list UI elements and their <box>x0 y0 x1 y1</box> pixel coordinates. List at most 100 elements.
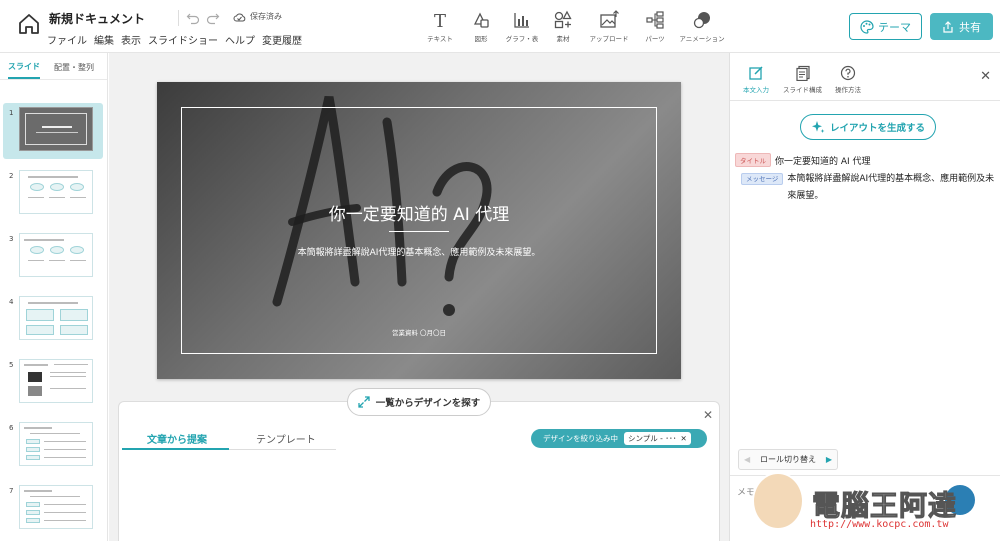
slide-thumbnail-7[interactable]: 7 <box>3 481 103 537</box>
tool-animation[interactable]: アニメーション <box>676 10 728 43</box>
sparkle-icon <box>811 121 825 133</box>
close-icon[interactable]: ✕ <box>703 408 713 422</box>
tool-shapes[interactable]: 図形 <box>461 10 501 43</box>
slide-number: 2 <box>9 172 14 180</box>
slide-number: 5 <box>9 361 14 369</box>
tool-chart[interactable]: グラフ・表 <box>502 10 542 43</box>
slide-thumbnail-5[interactable]: 5 <box>3 355 103 411</box>
slide-number: 7 <box>9 487 14 495</box>
theme-button-label: テーマ <box>878 20 911 34</box>
tab-how-to[interactable]: 操作方法 <box>835 65 861 94</box>
menu-slideshow[interactable]: スライドショー <box>148 32 218 47</box>
palette-icon <box>860 19 874 34</box>
chevron-right-icon[interactable]: ▶ <box>826 455 832 464</box>
message-text[interactable]: 本簡報將詳盡解說AI代理的基本概念、應用範例及未來展望。 <box>787 171 999 205</box>
slide-canvas[interactable]: 你一定要知道的 AI 代理 本簡報將詳盡解說AI代理的基本概念、應用範例及未來展… <box>157 82 681 379</box>
menu-edit[interactable]: 編集 <box>94 32 114 47</box>
title-tag: タイトル <box>735 153 771 167</box>
role-switch-button[interactable]: ◀ ロール切り替え ▶ <box>738 449 838 470</box>
tab-arrange[interactable]: 配置・整列 <box>54 62 94 79</box>
tool-parts[interactable]: パーツ <box>635 10 675 43</box>
watermark-url: http://www.kocpc.com.tw <box>810 519 949 530</box>
role-switch-label: ロール切り替え <box>760 455 816 464</box>
canvas-area: 你一定要知道的 AI 代理 本簡報將詳盡解說AI代理的基本概念、應用範例及未來展… <box>109 53 729 541</box>
tool-animation-label: アニメーション <box>679 35 725 43</box>
tool-text-label: テキスト <box>427 35 453 43</box>
tab-how-to-label: 操作方法 <box>835 86 861 94</box>
upload-icon <box>600 10 619 28</box>
menu-file[interactable]: ファイル <box>47 32 87 47</box>
save-status-label: 保存済み <box>250 12 282 21</box>
tab-suggest-from-text[interactable]: 文章から提案 <box>147 431 207 446</box>
tool-assets-label: 素材 <box>556 35 570 43</box>
design-filter-pill[interactable]: デザインを絞り込み中 シンプル - ･･･ ✕ <box>531 429 707 448</box>
title-row[interactable]: タイトル 你一定要知道的 AI 代理 <box>735 153 871 167</box>
tool-upload[interactable]: アップロード <box>584 10 634 43</box>
help-icon <box>840 65 856 81</box>
menu-view[interactable]: 表示 <box>121 32 141 47</box>
chart-icon <box>514 13 529 28</box>
message-row[interactable]: メッセージ 本簡報將詳盡解說AI代理的基本概念、應用範例及未來展望。 <box>741 171 999 205</box>
save-status: 保存済み <box>233 11 282 22</box>
share-button-label: 共有 <box>959 20 981 34</box>
tool-parts-label: パーツ <box>645 35 665 43</box>
menu-bar: ファイル 編集 表示 スライドショー ヘルプ 変更履歴 <box>47 32 302 47</box>
slide-thumbnail-6[interactable]: 6 <box>3 418 103 474</box>
slide-number: 4 <box>9 298 14 306</box>
slide-preview <box>19 233 93 277</box>
slide-panel-tabs: スライド 配置・整列 <box>0 53 107 80</box>
tab-slide-structure-label: スライド構成 <box>783 86 822 94</box>
design-filter-label: デザインを絞り込み中 <box>543 434 618 443</box>
theme-button[interactable]: テーマ <box>849 13 922 40</box>
slide-thumbnail-1[interactable]: 1 <box>3 103 103 159</box>
slide-thumbnail-4[interactable]: 4 <box>3 292 103 348</box>
slides-icon <box>795 65 810 81</box>
home-icon[interactable] <box>17 12 41 36</box>
cloud-icon <box>233 13 246 21</box>
svg-text:T: T <box>434 11 446 30</box>
document-title[interactable]: 新規ドキュメント <box>49 10 145 27</box>
menu-history[interactable]: 変更履歴 <box>262 32 302 47</box>
message-tag: メッセージ <box>741 173 784 185</box>
filter-chip-label: シンプル - ･･･ <box>628 434 677 443</box>
tool-shapes-label: 図形 <box>474 35 488 43</box>
generate-layout-button[interactable]: レイアウトを生成する <box>800 114 936 140</box>
slide-preview <box>19 422 93 466</box>
title-text[interactable]: 你一定要知道的 AI 代理 <box>775 154 871 167</box>
tool-upload-label: アップロード <box>589 35 629 43</box>
watermark-mascot <box>752 472 804 530</box>
slide-preview <box>19 359 93 403</box>
undo-icon[interactable] <box>186 11 200 25</box>
slide-thumbnail-2[interactable]: 2 <box>3 166 103 222</box>
slide-number: 1 <box>9 109 14 117</box>
content-panel-tabs: 本文入力 スライド構成 操作方法 ✕ <box>730 53 1000 101</box>
filter-chip[interactable]: シンプル - ･･･ ✕ <box>624 432 691 445</box>
menu-help[interactable]: ヘルプ <box>225 32 255 47</box>
explore-designs-button[interactable]: 一覧からデザインを探す <box>347 388 491 416</box>
tool-assets[interactable]: 素材 <box>543 10 583 43</box>
slide-thumbnail-3[interactable]: 3 <box>3 229 103 285</box>
slide-title[interactable]: 你一定要知道的 AI 代理 <box>157 200 681 225</box>
watermark-logo: 電腦王阿達 <box>811 489 958 523</box>
divider <box>178 10 179 26</box>
remove-filter-icon[interactable]: ✕ <box>681 434 687 443</box>
top-bar: 新規ドキュメント ファイル 編集 表示 スライドショー ヘルプ 変更履歴 保存済… <box>0 0 1000 53</box>
slide-footer[interactable]: 営業資料 〇月〇日 <box>157 327 681 337</box>
slide-number: 6 <box>9 424 14 432</box>
design-suggestion-panel: ✕ 文章から提案 テンプレート デザインを絞り込み中 シンプル - ･･･ ✕ <box>118 401 720 541</box>
redo-icon[interactable] <box>206 11 220 25</box>
slide-subtitle[interactable]: 本簡報將詳盡解說AI代理的基本概念、應用範例及未來展望。 <box>157 245 681 258</box>
assets-icon <box>554 10 572 29</box>
share-button[interactable]: 共有 <box>930 13 993 40</box>
explore-designs-label: 一覧からデザインを探す <box>375 398 481 409</box>
active-tab-indicator <box>122 448 229 450</box>
tool-text[interactable]: T テキスト <box>420 10 460 43</box>
tab-text-input[interactable]: 本文入力 <box>743 65 769 94</box>
tab-slide-structure[interactable]: スライド構成 <box>783 65 822 94</box>
tab-templates[interactable]: テンプレート <box>256 431 316 446</box>
tab-slides[interactable]: スライド <box>8 61 40 79</box>
chevron-left-icon[interactable]: ◀ <box>744 455 750 464</box>
title-divider <box>389 231 449 232</box>
share-icon <box>943 20 953 33</box>
close-icon[interactable]: ✕ <box>980 69 991 84</box>
